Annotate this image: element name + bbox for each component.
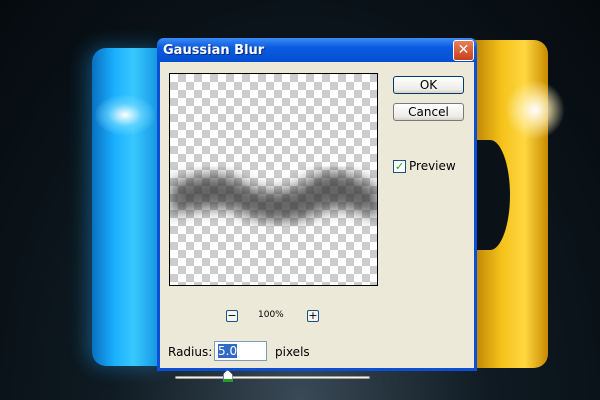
checkbox-check-icon[interactable]: ✓ [393,159,406,173]
preview-checkbox[interactable]: ✓ Preview [393,159,456,173]
dialog-body: OK Cancel ✓ Preview − 100% + Radius: 5.0… [160,62,474,382]
radius-slider-thumb[interactable] [222,370,233,382]
dialog-title: Gaussian Blur [163,42,265,58]
preview-label: Preview [409,159,456,173]
blue-glow [95,95,155,135]
radius-input[interactable]: 5.0 [214,341,267,361]
radius-label: Radius: [168,345,213,359]
close-button[interactable]: ✕ [453,39,474,61]
preview-canvas[interactable] [169,73,378,286]
ok-button[interactable]: OK [393,76,464,94]
radius-slider-track[interactable] [175,376,370,379]
blur-preview-shape [170,171,377,222]
radius-value: 5.0 [218,344,238,358]
title-bar[interactable]: Gaussian Blur ✕ [157,38,477,62]
cancel-button[interactable]: Cancel [393,103,464,121]
yellow-glow [505,80,565,140]
zoom-in-button[interactable]: + [307,310,319,322]
zoom-level: 100% [258,310,284,320]
radius-unit: pixels [275,345,310,359]
gaussian-blur-dialog: Gaussian Blur ✕ OK Cancel ✓ Preview − 10… [157,38,477,382]
zoom-out-button[interactable]: − [226,310,238,322]
